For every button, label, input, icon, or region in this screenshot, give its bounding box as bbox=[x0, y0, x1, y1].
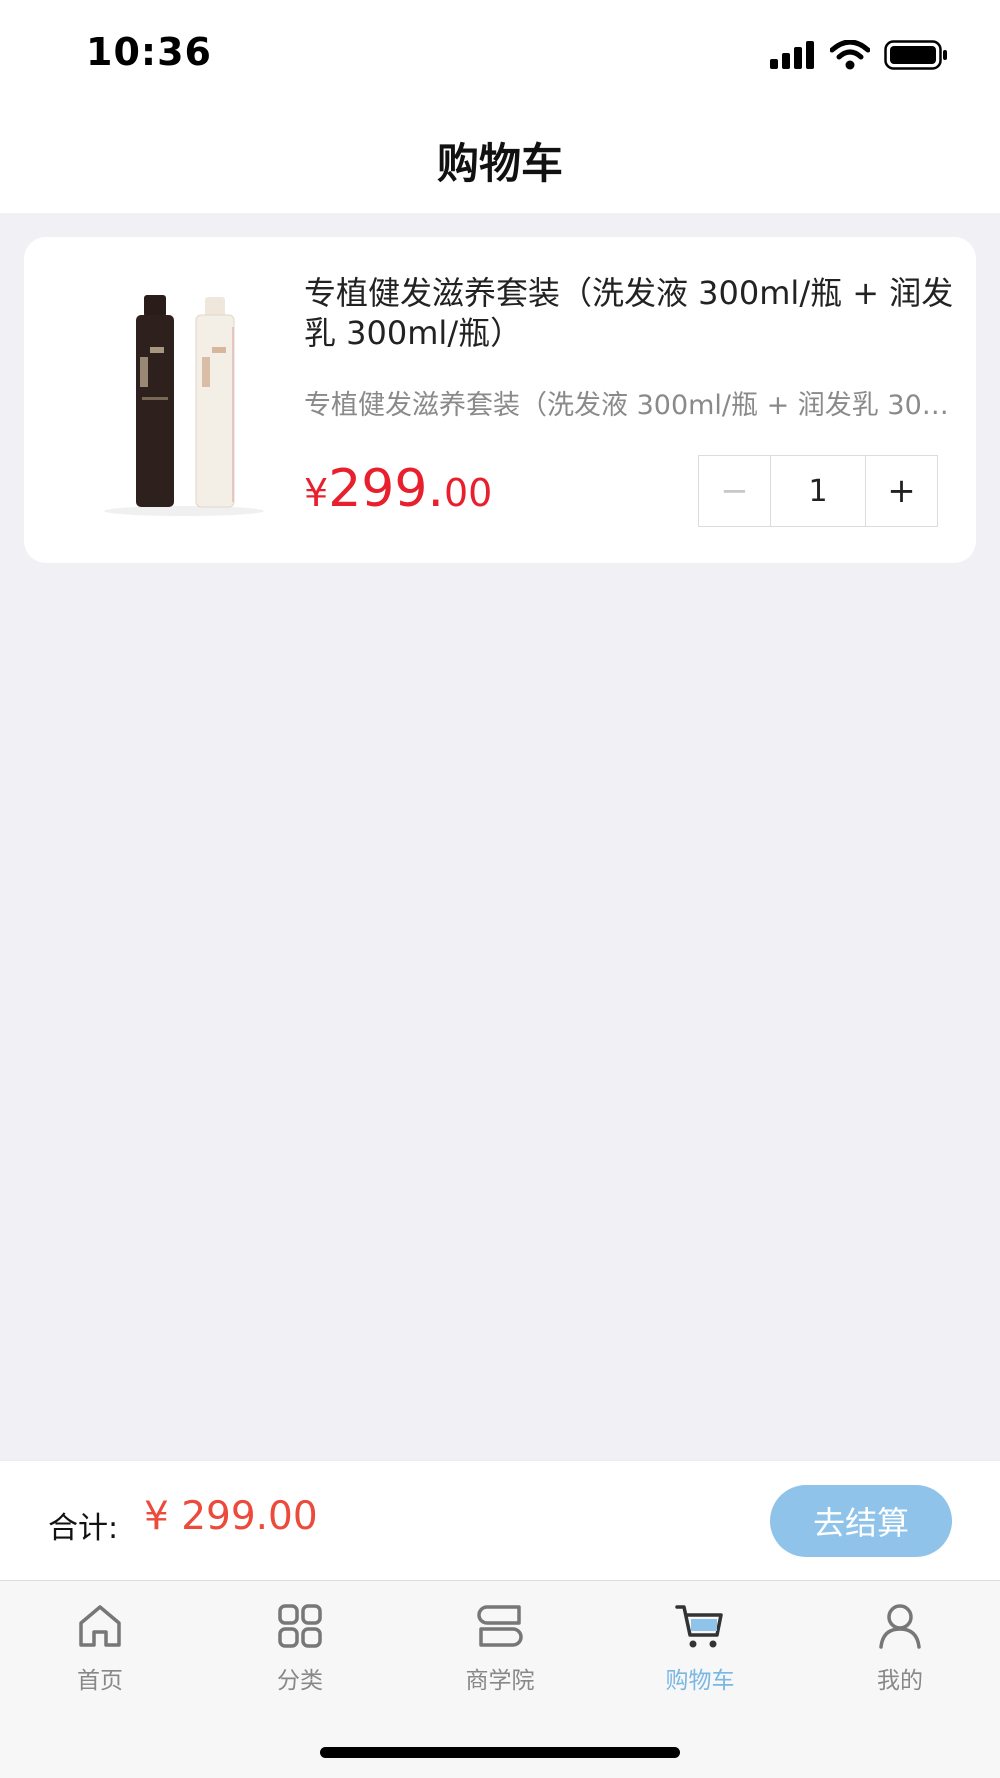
user-icon bbox=[879, 1604, 921, 1649]
increase-quantity-button[interactable]: + bbox=[865, 456, 937, 526]
quantity-stepper: − 1 + bbox=[698, 455, 938, 527]
quantity-input[interactable]: 1 bbox=[771, 456, 865, 526]
cart-icon bbox=[675, 1605, 723, 1648]
battery-icon bbox=[884, 40, 947, 70]
product-image[interactable] bbox=[94, 287, 274, 517]
nav-bar: 购物车 bbox=[0, 108, 1000, 213]
decrease-quantity-button[interactable]: − bbox=[699, 456, 771, 526]
tab-category[interactable]: 分类 bbox=[200, 1599, 400, 1709]
tab-label: 商学院 bbox=[465, 1668, 535, 1694]
home-indicator bbox=[320, 1747, 680, 1758]
status-icons bbox=[770, 38, 948, 72]
tab-label: 购物车 bbox=[665, 1668, 735, 1694]
status-bar: 10:36 bbox=[0, 0, 1000, 108]
tab-label: 首页 bbox=[77, 1668, 123, 1694]
total-label: 合计: bbox=[48, 1511, 119, 1546]
grid-icon bbox=[278, 1604, 322, 1648]
layers-icon bbox=[477, 1605, 523, 1647]
tab-profile[interactable]: 我的 bbox=[800, 1599, 1000, 1709]
price-integer: 299. bbox=[328, 459, 444, 519]
checkout-button[interactable]: 去结算 bbox=[770, 1485, 952, 1557]
cart-item-card[interactable]: 专植健发滋养套装（洗发液 300ml/瓶 + 润发乳 300ml/瓶） 专植健发… bbox=[24, 237, 976, 563]
product-price: ¥299.00 bbox=[304, 459, 492, 519]
checkout-bar: 合计: ¥ 299.00 去结算 bbox=[0, 1460, 1000, 1580]
product-title[interactable]: 专植健发滋养套装（洗发液 300ml/瓶 + 润发乳 300ml/瓶） bbox=[304, 273, 964, 353]
tab-home[interactable]: 首页 bbox=[0, 1599, 200, 1709]
tab-academy[interactable]: 商学院 bbox=[400, 1599, 600, 1709]
price-currency: ¥ bbox=[304, 471, 329, 515]
tab-label: 我的 bbox=[877, 1668, 923, 1694]
tab-cart[interactable]: 购物车 bbox=[600, 1599, 800, 1709]
wifi-icon bbox=[830, 40, 870, 70]
product-subtitle: 专植健发滋养套装（洗发液 300ml/瓶 + 润发乳 300ml/瓶） bbox=[304, 390, 964, 421]
home-icon bbox=[79, 1605, 121, 1647]
page-title: 购物车 bbox=[436, 139, 563, 188]
price-decimal: 00 bbox=[443, 471, 493, 515]
cellular-signal-icon bbox=[770, 41, 814, 69]
status-time: 10:36 bbox=[86, 30, 212, 74]
tab-label: 分类 bbox=[277, 1668, 323, 1694]
total-amount: ¥ 299.00 bbox=[144, 1494, 318, 1539]
